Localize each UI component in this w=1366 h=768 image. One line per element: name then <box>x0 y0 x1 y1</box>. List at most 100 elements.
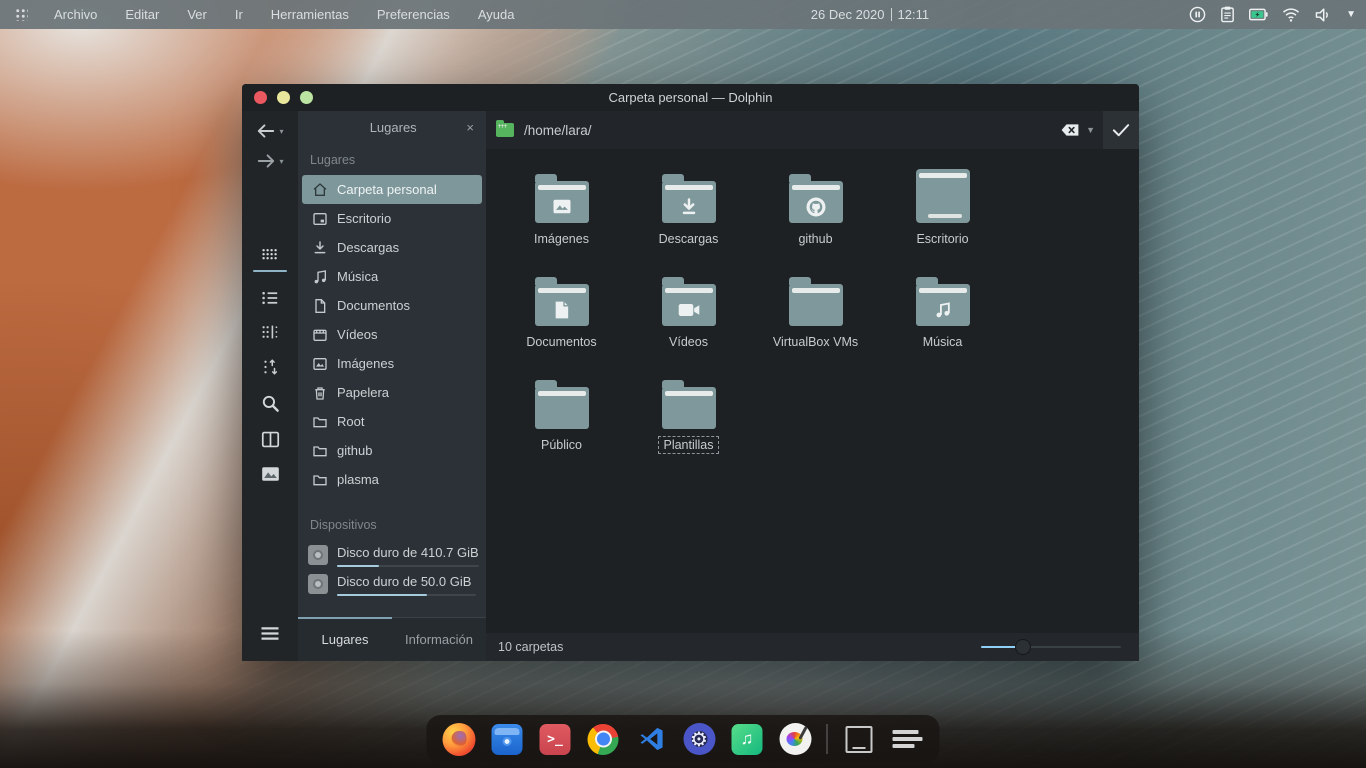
location-bar[interactable]: /home/lara/ ▼ <box>486 111 1139 149</box>
compact-view-button[interactable] <box>260 324 280 340</box>
accept-location-button[interactable] <box>1103 111 1139 149</box>
sidebar-item-github[interactable]: github <box>302 436 482 465</box>
preview-button[interactable] <box>261 466 280 482</box>
app-launcher-button[interactable] <box>10 4 32 26</box>
image-icon <box>312 356 328 372</box>
icons-view-button[interactable] <box>253 247 287 272</box>
folder-tile-publico[interactable]: Público <box>498 369 625 472</box>
folder-tile-videos[interactable]: Vídeos <box>625 266 752 369</box>
maximize-button[interactable] <box>300 91 313 104</box>
download-glyph-icon <box>679 197 699 217</box>
dock-music-player-icon[interactable]: ♫ <box>731 723 764 756</box>
path-dropdown-caret-icon[interactable]: ▼ <box>1086 125 1095 135</box>
menu-preferencias[interactable]: Preferencias <box>363 0 464 29</box>
back-history-caret-icon[interactable]: ▾ <box>279 127 283 136</box>
folder-icon <box>312 472 328 488</box>
tab-informacion[interactable]: Información <box>392 617 486 661</box>
disk-usage-bar <box>337 565 479 567</box>
dock-show-desktop-icon[interactable] <box>843 723 876 756</box>
sidebar-item-papelera[interactable]: Papelera <box>302 378 482 407</box>
dock-color-picker-icon[interactable] <box>779 723 812 756</box>
clock-time: 12:11 <box>898 7 930 22</box>
sidebar-item-descargas[interactable]: Descargas <box>302 233 482 262</box>
forward-history-caret-icon[interactable]: ▾ <box>279 157 283 166</box>
folder-tile-github[interactable]: github <box>752 163 879 266</box>
system-tray: ▼ <box>1189 6 1356 23</box>
folder-tile-musica[interactable]: Música <box>879 266 1006 369</box>
menu-editar[interactable]: Editar <box>111 0 173 29</box>
tab-lugares[interactable]: Lugares <box>298 617 392 661</box>
zoom-slider[interactable] <box>981 646 1121 648</box>
folder-tile-plantillas[interactable]: Plantillas <box>625 369 752 472</box>
clock[interactable]: 26 Dec 2020 12:11 <box>811 7 929 22</box>
menu-archivo[interactable]: Archivo <box>40 0 111 29</box>
folder-tile-imagenes[interactable]: Imágenes <box>498 163 625 266</box>
dock-chrome-icon[interactable] <box>587 723 620 756</box>
battery-icon[interactable] <box>1249 7 1268 22</box>
dolphin-window: Carpeta personal — Dolphin ▾ ▾ <box>242 84 1139 661</box>
clipboard-icon[interactable] <box>1220 6 1235 23</box>
wifi-icon[interactable] <box>1282 7 1300 22</box>
music-icon <box>312 269 328 285</box>
clock-separator <box>891 8 892 21</box>
back-button[interactable]: ▾ <box>256 123 283 139</box>
sidebar-item-videos[interactable]: Vídeos <box>302 320 482 349</box>
clear-path-button[interactable] <box>1060 123 1080 137</box>
folder-tile-escritorio[interactable]: Escritorio <box>879 163 1006 266</box>
dock-vscode-icon[interactable] <box>635 723 668 756</box>
dock-firefox-icon[interactable] <box>443 723 476 756</box>
close-button[interactable] <box>254 91 267 104</box>
menu-ver[interactable]: Ver <box>173 0 221 29</box>
backspace-icon <box>1060 123 1080 137</box>
sidebar-item-plasma[interactable]: plasma <box>302 465 482 494</box>
folder-icon <box>662 181 716 223</box>
dock-files-icon[interactable] <box>491 723 524 756</box>
sidebar-item-documentos[interactable]: Documentos <box>302 291 482 320</box>
sidebar-item-musica[interactable]: Música <box>302 262 482 291</box>
dock-task-list-icon[interactable] <box>891 723 924 756</box>
location-path[interactable]: /home/lara/ <box>524 123 1060 138</box>
sidebar-item-escritorio[interactable]: Escritorio <box>302 204 482 233</box>
menu-ir[interactable]: Ir <box>221 0 257 29</box>
main-pane: /home/lara/ ▼ Imágenes <box>486 111 1139 661</box>
sidebar-item-disk-50[interactable]: Disco duro de 50.0 GiB <box>298 569 486 598</box>
menu-herramientas[interactable]: Herramientas <box>257 0 363 29</box>
menu-button[interactable] <box>259 625 281 647</box>
panel-tabs: Lugares Información <box>298 617 486 661</box>
places-panel-title: Lugares <box>322 120 464 135</box>
tray-expand-chevron-icon[interactable]: ▼ <box>1346 9 1356 20</box>
sidebar-item-imagenes[interactable]: Imágenes <box>302 349 482 378</box>
forward-button[interactable]: ▾ <box>256 153 283 169</box>
folder-tile-documentos[interactable]: Documentos <box>498 266 625 369</box>
hard-disk-icon <box>308 574 328 594</box>
folder-view[interactable]: Imágenes Descargas github Escrit <box>486 149 1139 633</box>
split-view-button[interactable] <box>261 431 280 448</box>
dock-terminal-icon[interactable]: >_ <box>539 723 572 756</box>
window-titlebar[interactable]: Carpeta personal — Dolphin <box>242 84 1139 111</box>
clock-date: 26 Dec 2020 <box>811 7 885 22</box>
home-folder-icon <box>496 123 514 137</box>
sidebar-item-disk-410[interactable]: Disco duro de 410.7 GiB <box>298 540 486 569</box>
folder-icon <box>312 414 328 430</box>
global-menubar: Archivo Editar Ver Ir Herramientas Prefe… <box>0 0 1366 29</box>
places-close-icon[interactable]: × <box>464 120 476 135</box>
folder-tile-descargas[interactable]: Descargas <box>625 163 752 266</box>
search-button[interactable] <box>261 394 280 413</box>
dock-system-settings-icon[interactable]: ⚙ <box>683 723 716 756</box>
list-view-button[interactable] <box>260 290 280 306</box>
sort-button[interactable] <box>261 358 279 376</box>
sidebar-item-root[interactable]: Root <box>302 407 482 436</box>
folder-icon <box>662 284 716 326</box>
media-pause-icon[interactable] <box>1189 6 1206 23</box>
minimize-button[interactable] <box>277 91 290 104</box>
folder-icon <box>662 387 716 429</box>
zoom-slider-handle[interactable] <box>1015 639 1031 655</box>
sort-icon <box>261 358 279 376</box>
folder-icon <box>535 181 589 223</box>
folder-tile-virtualbox-vms[interactable]: VirtualBox VMs <box>752 266 879 369</box>
sidebar-item-carpeta-personal[interactable]: Carpeta personal <box>302 175 482 204</box>
video-icon <box>312 327 328 343</box>
hamburger-icon <box>259 625 281 642</box>
menu-ayuda[interactable]: Ayuda <box>464 0 529 29</box>
volume-icon[interactable] <box>1314 7 1332 23</box>
